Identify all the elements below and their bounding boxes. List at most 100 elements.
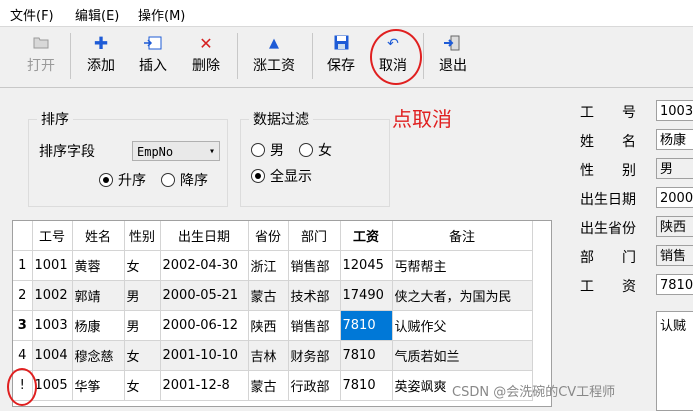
detail-field-birth-province[interactable]: 陕西 — [656, 216, 693, 237]
detail-field-name[interactable]: 杨康 — [656, 129, 693, 150]
detail-field-empno[interactable]: 1003 — [656, 100, 693, 121]
open-button[interactable]: 打开 — [16, 29, 66, 83]
table-cell[interactable]: 1004 — [32, 340, 73, 371]
detail-field-birthdate[interactable]: 2000 — [656, 187, 693, 208]
memo-field[interactable]: 认贼 — [656, 311, 693, 411]
table-cell[interactable]: 黄蓉 — [72, 250, 125, 281]
table-row[interactable]: 4 1004 穆念慈女 2001-10-10 吉林 财务部 7810 气质若如兰 — [13, 340, 533, 371]
table-cell[interactable]: 销售部 — [288, 310, 341, 341]
left-panel: 排序 排序字段 EmpNo ▾ 升序 降序 数据过滤 男 女 全显示 工号 姓名… — [10, 93, 555, 409]
table-cell[interactable]: 1002 — [32, 280, 73, 311]
toolbar-separator — [423, 33, 424, 79]
detail-field-department[interactable]: 销售 — [656, 245, 693, 266]
table-cell[interactable]: 华筝 — [72, 370, 125, 401]
menu-edit[interactable]: 编辑(E) — [75, 5, 119, 24]
col-header-department[interactable]: 部门 — [288, 221, 341, 251]
table-cell[interactable]: 17490 — [340, 280, 393, 311]
table-cell[interactable]: 技术部 — [288, 280, 341, 311]
delete-button[interactable]: ✕ 删除 — [181, 29, 231, 83]
table-cell[interactable]: 女 — [124, 370, 161, 401]
col-header-salary[interactable]: 工资 — [340, 221, 393, 251]
detail-field-salary[interactable]: 7810 — [656, 274, 693, 295]
annotation-circle-cancel — [370, 29, 422, 85]
radio-unchecked-icon — [251, 143, 265, 157]
table-cell[interactable]: 蒙古 — [248, 280, 289, 311]
radio-checked-icon — [251, 169, 265, 183]
table-cell[interactable]: 浙江 — [248, 250, 289, 281]
table-cell[interactable]: 7810 — [340, 340, 393, 371]
table-cell[interactable]: 蒙古 — [248, 370, 289, 401]
insert-button[interactable]: 插入 — [128, 29, 178, 83]
exit-button[interactable]: 退出 — [428, 29, 478, 83]
menu-operate[interactable]: 操作(M) — [138, 5, 185, 24]
menu-bar: 文件(F) 编辑(E) 操作(M) — [0, 0, 693, 27]
detail-field-sex[interactable]: 男 — [656, 158, 693, 179]
table-cell[interactable]: 郭靖 — [72, 280, 125, 311]
filter-male-radio[interactable]: 男 — [251, 140, 284, 160]
sort-field-value: EmpNo — [137, 145, 174, 159]
table-cell[interactable]: 吉林 — [248, 340, 289, 371]
filter-group-title: 数据过滤 — [249, 109, 313, 129]
filter-female-radio[interactable]: 女 — [299, 140, 332, 160]
row-indicator[interactable]: 1 — [13, 250, 33, 281]
folder-open-icon — [32, 35, 50, 53]
table-cell[interactable]: 杨康 — [72, 310, 125, 341]
table-cell[interactable]: 2000-05-21 — [160, 280, 249, 311]
sort-group-title: 排序 — [37, 109, 73, 129]
detail-label-department: 部 门 — [580, 250, 636, 266]
col-header-memo[interactable]: 备注 — [392, 221, 533, 251]
col-header-sex[interactable]: 性别 — [124, 221, 161, 251]
row-indicator[interactable]: 4 — [13, 340, 33, 371]
detail-label-birth-province: 出生省份 — [580, 221, 636, 237]
table-cell[interactable]: 2001-10-10 — [160, 340, 249, 371]
col-header-name[interactable]: 姓名 — [72, 221, 125, 251]
table-cell[interactable]: 女 — [124, 250, 161, 281]
annotation-text: 点取消 — [392, 107, 452, 131]
table-cell[interactable]: 销售部 — [288, 250, 341, 281]
sort-asc-radio[interactable]: 升序 — [99, 170, 146, 190]
table-cell[interactable]: 1003 — [32, 310, 73, 341]
filter-all-radio[interactable]: 全显示 — [251, 166, 312, 186]
table-cell[interactable]: 1005 — [32, 370, 73, 401]
table-cell[interactable]: 认贼作父 — [392, 310, 533, 341]
add-button[interactable]: ✚ 添加 — [76, 29, 126, 83]
annotation-circle-row-indicator — [7, 368, 37, 406]
filter-all-label: 全显示 — [270, 169, 312, 185]
table-cell[interactable]: 侠之大者，为国为民 — [392, 280, 533, 311]
detail-label-name: 姓 名 — [580, 134, 636, 150]
table-cell[interactable]: 丐帮帮主 — [392, 250, 533, 281]
menu-file[interactable]: 文件(F) — [10, 5, 54, 24]
sort-field-select[interactable]: EmpNo ▾ — [132, 141, 220, 161]
table-cell[interactable]: 12045 — [340, 250, 393, 281]
raise-salary-button[interactable]: ▲ 涨工资 — [247, 29, 301, 83]
sort-desc-radio[interactable]: 降序 — [161, 170, 208, 190]
table-cell[interactable]: 2001-12-8 — [160, 370, 249, 401]
table-cell[interactable]: 2000-06-12 — [160, 310, 249, 341]
toolbar-separator — [237, 33, 238, 79]
row-indicator[interactable]: 3 — [13, 310, 33, 341]
table-cell[interactable]: 财务部 — [288, 340, 341, 371]
col-header-empno[interactable]: 工号 — [32, 221, 73, 251]
table-cell[interactable]: 男 — [124, 280, 161, 311]
data-grid[interactable]: 工号 姓名 性别 出生日期 省份 部门 工资 备注 1 1001 黄蓉女 2002-0… — [12, 220, 552, 407]
col-header-birthdate[interactable]: 出生日期 — [160, 221, 249, 251]
table-cell[interactable]: 1001 — [32, 250, 73, 281]
table-cell[interactable]: 男 — [124, 310, 161, 341]
table-cell[interactable]: 2002-04-30 — [160, 250, 249, 281]
save-button[interactable]: 保存 — [316, 29, 366, 83]
table-cell[interactable]: 陕西 — [248, 310, 289, 341]
toolbar-separator — [312, 33, 313, 79]
table-cell[interactable]: 女 — [124, 340, 161, 371]
table-cell[interactable]: 气质若如兰 — [392, 340, 533, 371]
col-header-province[interactable]: 省份 — [248, 221, 289, 251]
table-row[interactable]: 1 1001 黄蓉女 2002-04-30 浙江 销售部 12045 丐帮帮主 — [13, 250, 533, 281]
table-cell[interactable]: 7810 — [340, 370, 393, 401]
table-cell[interactable]: 7810 — [340, 310, 393, 341]
detail-panel: 认贼 工 号 1003 姓 名 杨康性 别 男出生日期 2000 出生省份 陕西部 门 销售工 … — [568, 93, 693, 411]
row-indicator[interactable]: 2 — [13, 280, 33, 311]
table-cell[interactable]: 行政部 — [288, 370, 341, 401]
sort-group: 排序 排序字段 EmpNo ▾ 升序 降序 — [28, 109, 228, 207]
table-row[interactable]: 2 1002 郭靖男 2000-05-21 蒙古 技术部 17490 侠之大者，为国为民 — [13, 280, 533, 311]
table-cell[interactable]: 穆念慈 — [72, 340, 125, 371]
table-row[interactable]: 3 1003 杨康男 2000-06-12 陕西 销售部 7810 认贼作父 — [13, 310, 533, 341]
